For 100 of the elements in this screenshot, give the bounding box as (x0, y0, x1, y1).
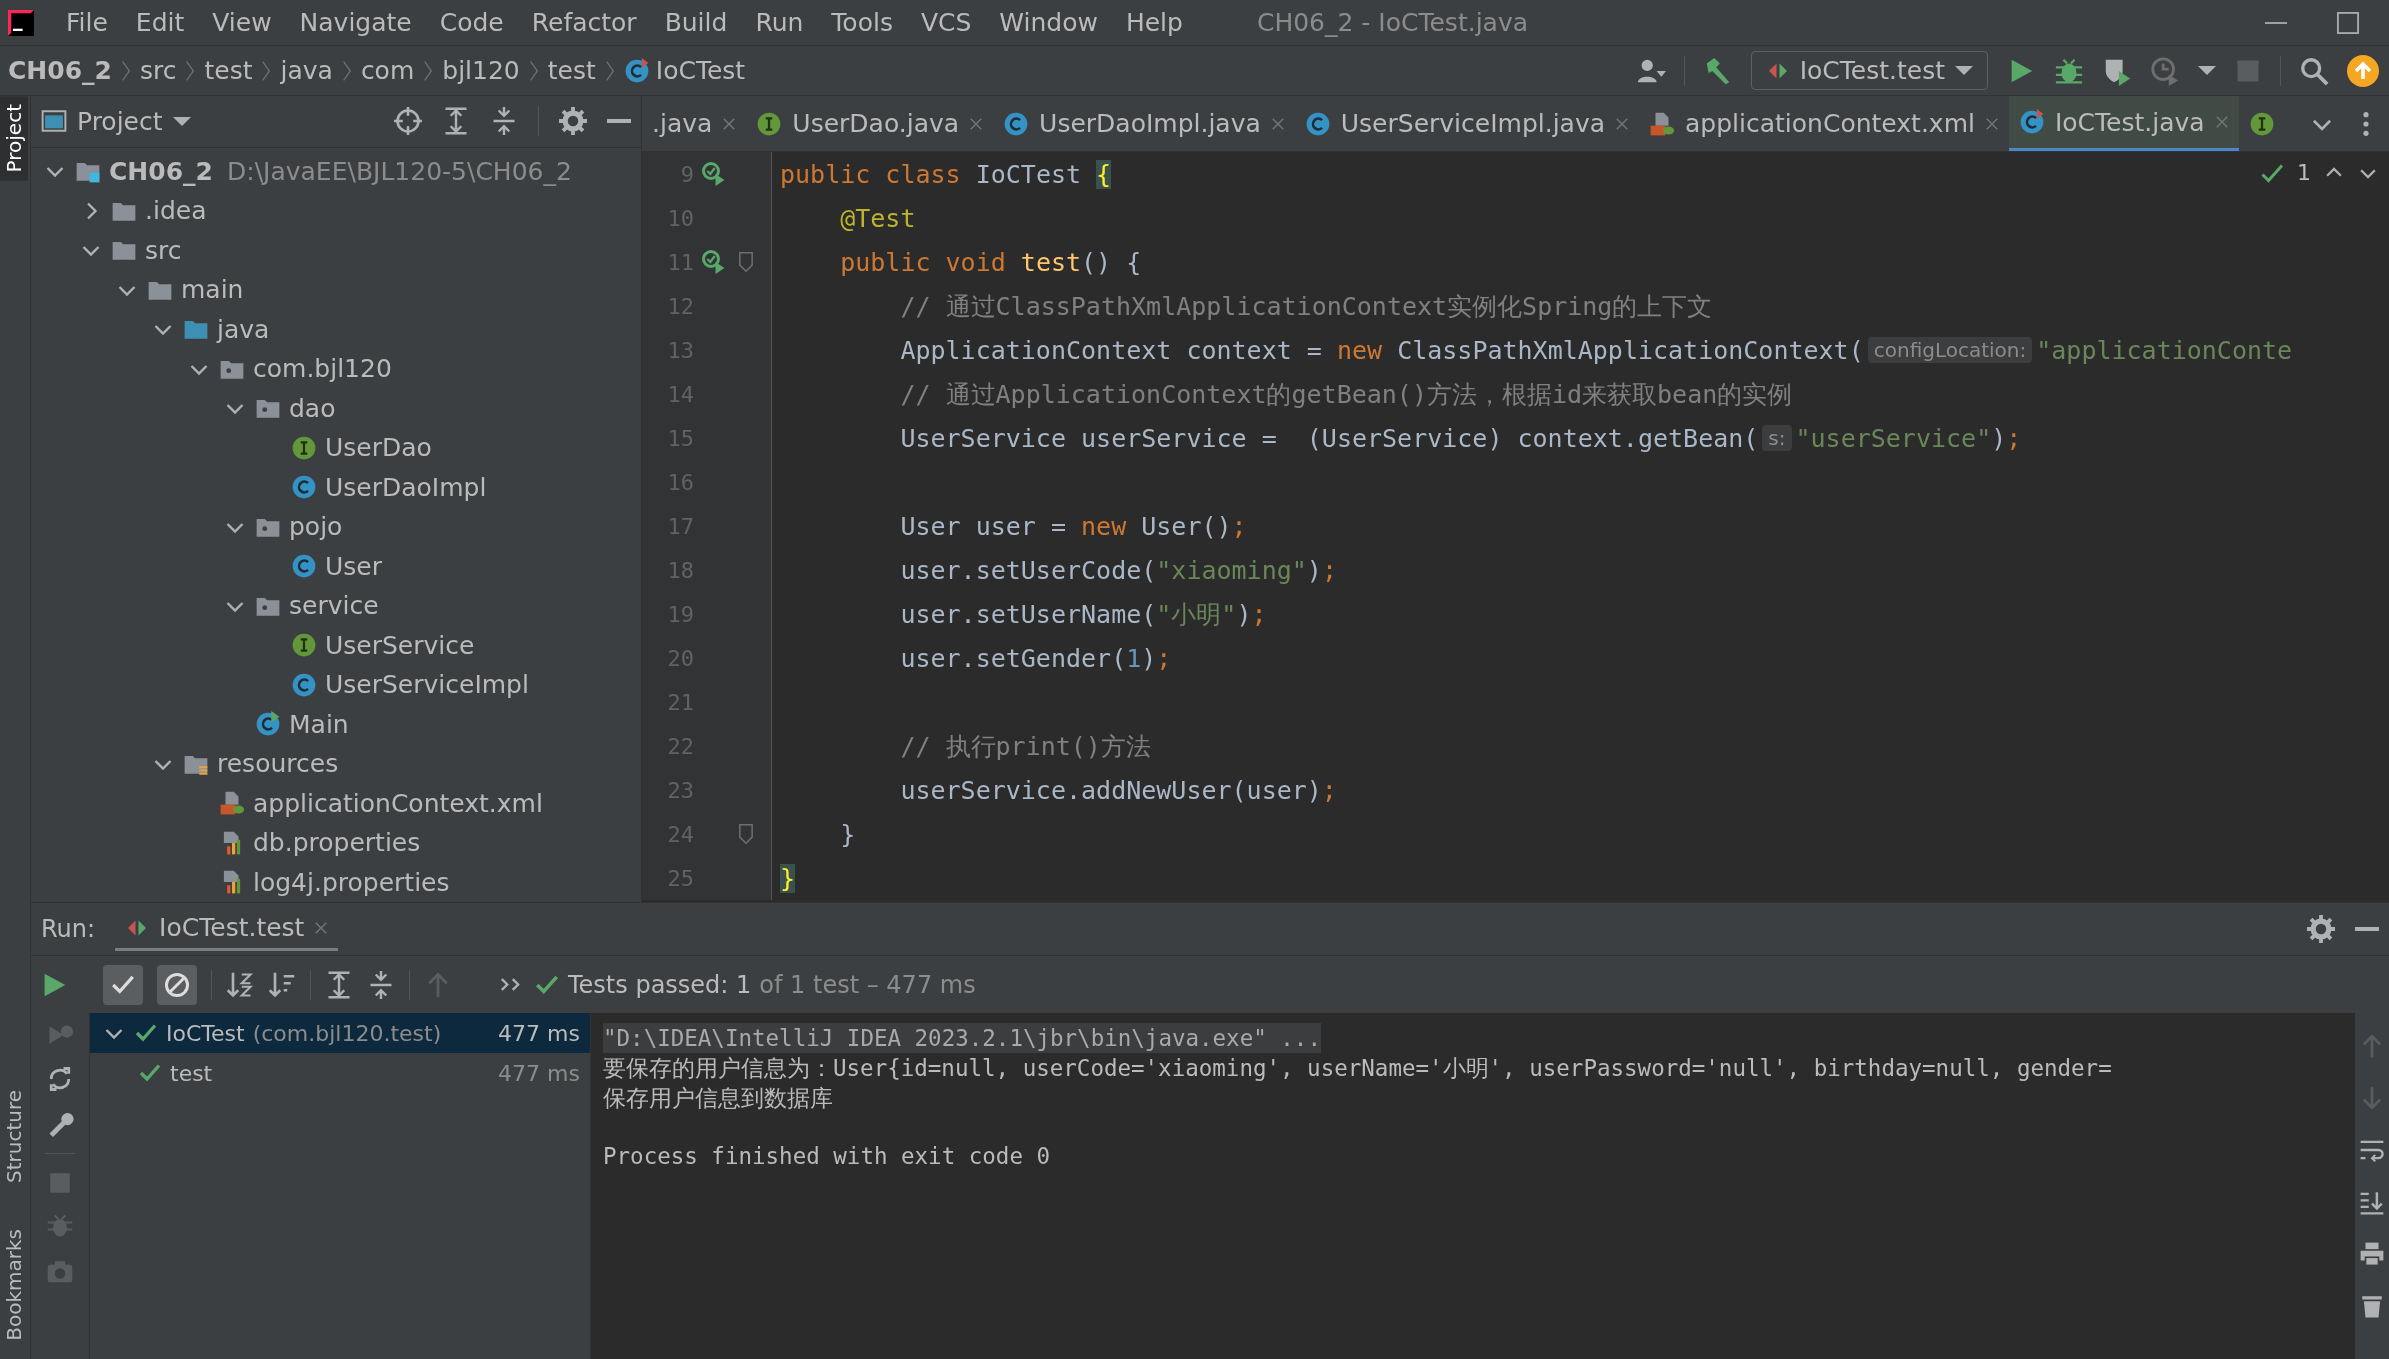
tree-item[interactable]: resources (217, 749, 339, 779)
test-row[interactable]: IoCTest (com.bjl120.test) 477 ms (90, 1013, 590, 1053)
tree-item[interactable]: UserService (325, 630, 475, 660)
console-line: 要保存的用户信息为：User{id=null, userCode='xiaoming', userName='小明', userPassword='null', birthday=null, gender= (603, 1054, 2112, 1083)
caret-icon[interactable] (2198, 66, 2216, 75)
tree-item[interactable]: log4j.properties (253, 867, 450, 897)
code-token: public void (839, 247, 1007, 277)
test-row[interactable]: test 477 ms (90, 1053, 590, 1093)
menu-item[interactable]: Run (741, 8, 818, 37)
code-token: userService.addNewUser(user) (899, 775, 1322, 805)
tree-item[interactable]: db.properties (253, 828, 421, 858)
breadcrumb-item[interactable]: test (547, 56, 596, 85)
search-icon[interactable] (2299, 55, 2329, 86)
crosshair-icon[interactable] (394, 107, 422, 136)
editor-tab[interactable]: UserDao.java (746, 96, 994, 151)
code-token: @Test (839, 203, 916, 233)
code-token: "applicationConte (2036, 335, 2293, 365)
menu-item[interactable]: Build (650, 8, 742, 37)
settings-icon[interactable] (2307, 915, 2335, 943)
code-token: user.setGender( (899, 643, 1127, 673)
tree-item[interactable]: UserDaoImpl (325, 472, 487, 502)
breadcrumb-item[interactable]: src (139, 56, 177, 85)
menu-item[interactable]: Window (985, 8, 1112, 37)
settings-icon[interactable] (559, 107, 587, 136)
project-path: D:\JavaEE\BJL120-5\CH06_2 (226, 156, 572, 186)
show-passed-toggle[interactable] (103, 964, 143, 1005)
project-view-dropdown[interactable]: Project (41, 106, 191, 136)
code-token: 1 (1126, 643, 1142, 673)
tree-item[interactable]: UserServiceImpl (325, 670, 529, 700)
side-tab[interactable]: Bookmarks (0, 1221, 30, 1349)
breadcrumb-separator-icon (424, 60, 433, 81)
class-icon (1304, 110, 1331, 137)
tree-item[interactable]: UserDao (325, 433, 432, 463)
tree-item[interactable]: User (325, 551, 382, 581)
run-test-icon[interactable] (702, 162, 726, 186)
menu-item[interactable]: Code (425, 8, 518, 37)
minimize-icon[interactable] (2265, 21, 2287, 24)
tree-item[interactable]: .idea (145, 196, 207, 226)
tree-item[interactable]: CH06_2 (109, 156, 213, 186)
tree-item[interactable]: java (217, 314, 270, 344)
code-token: ; (1231, 511, 1247, 541)
breadcrumb-separator-icon (121, 60, 130, 81)
class-icon (291, 671, 317, 698)
menu-item[interactable]: Help (1111, 8, 1197, 37)
code-token: // 通过ClassPathXmlApplicationContext实例化Spring的上下文 (899, 290, 1713, 323)
menu-item[interactable]: Refactor (517, 8, 651, 37)
side-tab[interactable]: Structure (0, 1082, 30, 1192)
breadcrumb-item[interactable]: java (280, 56, 333, 85)
breadcrumb-item[interactable]: bjl120 (442, 56, 520, 85)
sort-by-duration-icon[interactable] (268, 970, 296, 999)
code-token: UserService userService = (UserService) context.getBean( (899, 423, 1759, 453)
breadcrumb-item[interactable]: IoCTest (623, 56, 746, 85)
menu-item[interactable]: View (198, 8, 286, 37)
tree-item[interactable]: service (289, 591, 379, 621)
code-token: ; (1321, 775, 1337, 805)
tree-item[interactable]: src (145, 235, 182, 265)
code-token: test (1020, 247, 1082, 277)
class-icon (1003, 110, 1030, 137)
menu-item[interactable]: Edit (121, 8, 199, 37)
code-token: User() (1141, 511, 1232, 541)
window-title: CH06_2 - IoCTest.java (1256, 8, 1529, 37)
menu-item[interactable]: Tools (817, 8, 907, 37)
fold-icon[interactable] (739, 252, 753, 272)
trash-icon[interactable] (2359, 1293, 2385, 1319)
run-configuration-dropdown[interactable]: IoCTest.test (1750, 51, 1988, 90)
more-actions-icon[interactable] (500, 977, 520, 992)
minimize-panel-icon[interactable] (607, 119, 631, 124)
run-tab[interactable]: IoCTest.test (115, 907, 339, 951)
editor-tab[interactable]: UserServiceImpl.java (1294, 96, 1640, 151)
tree-item[interactable]: dao (289, 393, 336, 423)
side-tab[interactable]: Project (0, 96, 28, 181)
parameter-hint: configLocation: (1867, 337, 2033, 363)
show-ignored-toggle[interactable] (157, 964, 197, 1005)
menu-item[interactable]: VCS (906, 8, 986, 37)
tree-item[interactable]: Main (289, 709, 349, 739)
editor-tab[interactable]: IoCTest.java (2008, 96, 2239, 151)
fold-icon[interactable] (739, 824, 753, 844)
tree-item[interactable]: main (181, 275, 244, 305)
editor-tab[interactable]: applicationContext.xml (1639, 96, 2009, 151)
breadcrumb-item[interactable]: com (360, 56, 415, 85)
scroll-to-end-icon[interactable] (2359, 1189, 2385, 1215)
print-icon[interactable] (2359, 1241, 2385, 1267)
menu-item[interactable]: File (52, 8, 122, 37)
tree-item[interactable]: com.bjl120 (253, 354, 392, 384)
code-token: new (1336, 335, 1384, 365)
editor-tab[interactable]: .java (642, 96, 747, 151)
menu-item[interactable]: Navigate (285, 8, 426, 37)
update-icon[interactable] (2347, 54, 2379, 87)
tests-passed-text: Tests passed: 1 (568, 970, 752, 999)
xml-file-icon (1649, 110, 1676, 137)
xml-file-icon (219, 790, 245, 817)
code-token: public class (780, 159, 962, 189)
editor-tab[interactable]: UserDaoImpl.java (993, 96, 1295, 151)
tree-item[interactable]: applicationContext.xml (253, 788, 543, 818)
maximize-icon[interactable] (2337, 11, 2359, 34)
tree-item[interactable]: pojo (289, 512, 343, 542)
breadcrumb-item[interactable]: test (204, 56, 253, 85)
breadcrumb-item[interactable]: CH06_2 (8, 56, 112, 85)
run-test-icon[interactable] (702, 250, 726, 274)
sort-alphabetically-icon[interactable] (226, 970, 254, 999)
